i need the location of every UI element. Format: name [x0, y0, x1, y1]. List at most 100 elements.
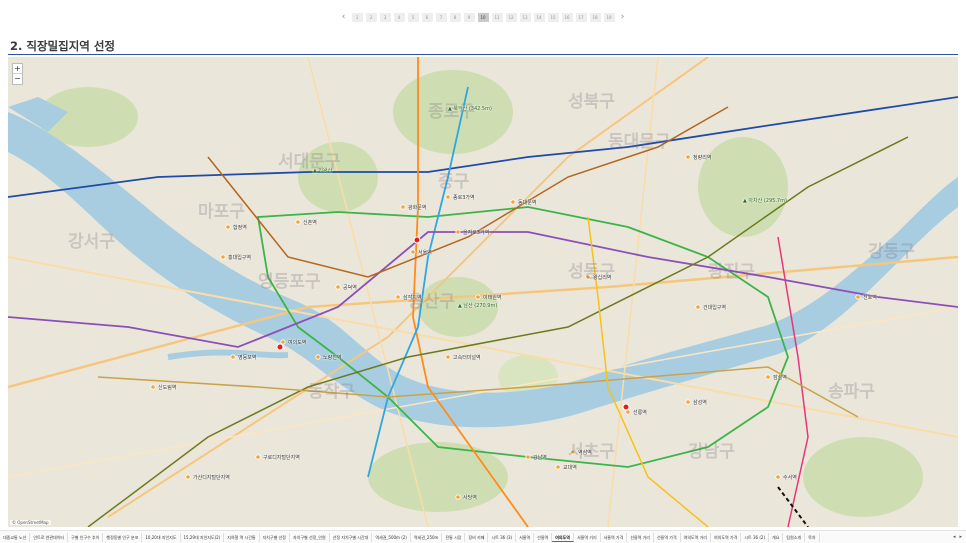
- station-label: 역삼역: [578, 450, 592, 456]
- station-marker[interactable]: [455, 494, 461, 500]
- station-marker[interactable]: [475, 294, 481, 300]
- pager-page-7[interactable]: 7: [435, 12, 447, 22]
- station-marker[interactable]: [335, 284, 341, 290]
- station-label: 동대문역: [518, 200, 537, 206]
- sheet-tab[interactable]: 시트 36 (3): [488, 532, 517, 542]
- highlight-station-seolleung[interactable]: [622, 403, 630, 411]
- sheet-tab[interactable]: 여의도역 거리: [681, 532, 711, 542]
- sheet-tab[interactable]: 인트로 연관데이터: [30, 532, 69, 542]
- pager-page-18[interactable]: 18: [589, 12, 601, 22]
- sheet-tab[interactable]: 15,29대 지인지도(2): [181, 532, 225, 542]
- map-zoom-control: + −: [12, 63, 23, 85]
- pager-page-1[interactable]: 1: [351, 12, 363, 22]
- sheet-tab[interactable]: 역세권_500m (2): [372, 532, 411, 542]
- map-attribution: © OpenStreetMap: [10, 520, 51, 525]
- station-marker[interactable]: [445, 194, 451, 200]
- pager-page-6[interactable]: 6: [421, 12, 433, 22]
- sheet-tab-bar: 대중교통 노선 인트로 연관데이터 구별 인구수 추이 행정동별 인구 분포 10,20…: [0, 530, 966, 543]
- station-marker[interactable]: [225, 224, 231, 230]
- pager-page-13[interactable]: 13: [519, 12, 531, 22]
- station-marker[interactable]: [185, 474, 191, 480]
- sheet-tab[interactable]: 서울역 거리: [574, 532, 601, 542]
- tab-next-icon[interactable]: ▸: [959, 534, 962, 540]
- station-label: 사당역: [463, 495, 477, 501]
- station-label: 이태원역: [483, 295, 502, 301]
- station-marker[interactable]: [445, 354, 451, 360]
- pager-page-3[interactable]: 3: [379, 12, 391, 22]
- highlight-station-seoul[interactable]: [413, 236, 421, 244]
- pager-page-12[interactable]: 12: [505, 12, 517, 22]
- sheet-tab[interactable]: 팀원소개: [783, 532, 806, 542]
- sheet-tab[interactable]: 장비 카페: [465, 532, 489, 542]
- station-marker[interactable]: [685, 154, 691, 160]
- station-label: 홍대입구역: [228, 255, 252, 261]
- sheet-tab[interactable]: 서울역 가격: [601, 532, 628, 542]
- sheet-tab[interactable]: 10,20대 지인지도: [142, 532, 181, 542]
- station-marker[interactable]: [255, 454, 261, 460]
- sheet-tab[interactable]: 자치구별 선정: [260, 532, 290, 542]
- pager-page-15[interactable]: 15: [547, 12, 559, 22]
- sheet-tab[interactable]: 지하철 역 시간통: [224, 532, 260, 542]
- sheet-tab[interactable]: 서울역: [516, 532, 535, 542]
- seoul-map[interactable]: 종로구 성북구 동대문구 서대문구 마포구 중구 용산구 성동구 광진구 강서구 영등포구 동작구 서초…: [8, 57, 958, 527]
- district-label: 광진구: [708, 262, 755, 282]
- tab-prev-icon[interactable]: ◂: [953, 534, 956, 540]
- pager-page-11[interactable]: 11: [491, 12, 503, 22]
- station-label: 구로디지털단지역: [263, 455, 300, 461]
- pager-page-4[interactable]: 4: [393, 12, 405, 22]
- pager-page-16[interactable]: 16: [561, 12, 573, 22]
- station-marker[interactable]: [525, 454, 531, 460]
- sheet-tab[interactable]: 구별 인구수 추이: [68, 532, 104, 542]
- station-marker[interactable]: [400, 204, 406, 210]
- sheet-tab[interactable]: 역세권_250m: [411, 532, 443, 542]
- pager-page-17[interactable]: 17: [575, 12, 587, 22]
- sheet-tab[interactable]: 선릉역 거리: [627, 532, 654, 542]
- pager-page-19[interactable]: 19: [603, 12, 615, 22]
- zoom-in-button[interactable]: +: [13, 64, 22, 74]
- station-marker[interactable]: [695, 304, 701, 310]
- sheet-tab[interactable]: 선릉역 가격: [654, 532, 681, 542]
- sheet-tab[interactable]: 여의도역 가격: [711, 532, 742, 542]
- station-marker[interactable]: [555, 464, 561, 470]
- station-label: 선릉역: [633, 410, 647, 416]
- highlight-station-yeouido[interactable]: [276, 343, 284, 351]
- station-label: 신도림역: [158, 385, 177, 391]
- pager-page-2[interactable]: 2: [365, 12, 377, 22]
- station-marker[interactable]: [765, 374, 771, 380]
- sheet-tab[interactable]: 목차: [805, 532, 820, 542]
- station-marker[interactable]: [855, 294, 861, 300]
- station-marker[interactable]: [455, 229, 461, 235]
- station-marker[interactable]: [280, 339, 286, 345]
- sheet-tab[interactable]: 선릉역: [534, 532, 553, 542]
- sheet-tab[interactable]: 전통 시장: [442, 532, 466, 542]
- station-marker[interactable]: [395, 294, 401, 300]
- station-marker[interactable]: [685, 399, 691, 405]
- sheet-tab[interactable]: 선정 자치구별 시간대: [330, 532, 373, 542]
- station-marker[interactable]: [315, 354, 321, 360]
- district-label: 동작구: [308, 382, 355, 402]
- sheet-tab[interactable]: 대중교통 노선: [0, 532, 31, 542]
- sheet-tab[interactable]: 여의도역: [552, 532, 574, 542]
- pager-page-14[interactable]: 14: [533, 12, 545, 22]
- station-label: 삼성역: [693, 400, 707, 406]
- station-marker[interactable]: [230, 354, 236, 360]
- station-label: 강남역: [533, 455, 547, 461]
- station-marker[interactable]: [775, 474, 781, 480]
- sheet-tab[interactable]: 자치구별 선정_인원: [290, 532, 330, 542]
- pager-page-5[interactable]: 5: [407, 12, 419, 22]
- station-marker[interactable]: [295, 219, 301, 225]
- sheet-tab[interactable]: 개요: [769, 532, 784, 542]
- pager-page-9[interactable]: 9: [463, 12, 475, 22]
- zoom-out-button[interactable]: −: [13, 74, 22, 84]
- station-marker[interactable]: [510, 199, 516, 205]
- pager-next-button[interactable]: ›: [618, 12, 628, 22]
- pager-prev-button[interactable]: ‹: [339, 12, 349, 22]
- station-marker[interactable]: [220, 254, 226, 260]
- pager-page-8[interactable]: 8: [449, 12, 461, 22]
- station-marker[interactable]: [410, 249, 416, 255]
- map-canvas[interactable]: [8, 57, 958, 527]
- pager-page-10[interactable]: 10: [477, 12, 489, 22]
- sheet-tab[interactable]: 행정동별 인구 분포: [103, 532, 143, 542]
- station-marker[interactable]: [150, 384, 156, 390]
- sheet-tab[interactable]: 시트 36 (2): [741, 532, 770, 542]
